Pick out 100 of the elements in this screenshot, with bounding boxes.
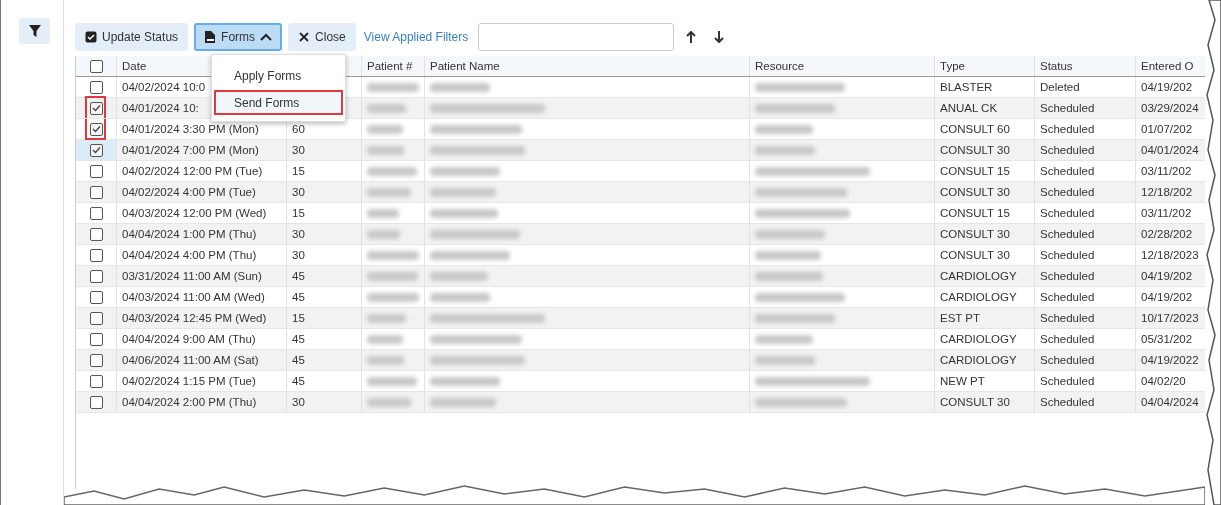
toolbar-button[interactable]: Close xyxy=(288,23,356,51)
table-cell: 03/29/2024 xyxy=(1141,102,1199,114)
table-cell: Scheduled xyxy=(1040,228,1095,240)
table-cell: 01/07/202 xyxy=(1141,123,1193,135)
search-field[interactable] xyxy=(478,23,675,51)
table-cell: CONSULT 30 xyxy=(940,249,1010,261)
table-cell: CARDIOLOGY xyxy=(940,333,1017,345)
column-header[interactable]: Entered O xyxy=(1141,60,1194,72)
checkbox[interactable] xyxy=(89,101,103,115)
table-cell: 04/02/2024 4:00 PM (Tue) xyxy=(122,186,256,198)
table-cell: 04/03/2024 12:00 PM (Wed) xyxy=(122,207,267,219)
checkbox[interactable] xyxy=(89,248,103,262)
checkbox[interactable] xyxy=(89,395,103,409)
table-cell: 45 xyxy=(292,333,305,345)
menu-item[interactable]: Apply Forms xyxy=(214,63,343,88)
table-cell: Scheduled xyxy=(1040,186,1095,198)
checkbox[interactable] xyxy=(89,143,103,157)
table-cell: EST PT xyxy=(940,312,981,324)
column-header[interactable]: Patient Name xyxy=(430,60,500,72)
table-cell: 12/18/2023 xyxy=(1141,249,1199,261)
table-cell: Scheduled xyxy=(1040,333,1095,345)
checkbox[interactable] xyxy=(89,227,103,241)
column-header[interactable]: Date xyxy=(122,60,147,72)
table-cell: 15 xyxy=(292,165,305,177)
table-cell: CARDIOLOGY xyxy=(940,354,1017,366)
table-cell: CONSULT 15 xyxy=(940,165,1010,177)
table-cell: 04/02/2024 1:15 PM (Tue) xyxy=(122,375,256,387)
checkbox[interactable] xyxy=(89,353,103,367)
table-cell: 04/01/2024 xyxy=(1141,144,1199,156)
checkbox[interactable] xyxy=(89,290,103,304)
column-header[interactable]: Resource xyxy=(755,60,805,72)
table-cell: Scheduled xyxy=(1040,375,1095,387)
table-cell: Scheduled xyxy=(1040,354,1095,366)
table-cell: 04/02/2024 10:0 xyxy=(122,81,206,93)
table-cell: CARDIOLOGY xyxy=(940,291,1017,303)
table-cell: 30 xyxy=(292,186,305,198)
filter-button[interactable] xyxy=(19,18,50,44)
checkbox[interactable] xyxy=(89,374,103,388)
table-cell: CARDIOLOGY xyxy=(940,270,1017,282)
document-icon xyxy=(204,31,217,43)
table-cell: CONSULT 60 xyxy=(940,123,1010,135)
arrow-up-icon xyxy=(686,31,697,43)
checkbox[interactable] xyxy=(89,80,103,94)
table-cell: 30 xyxy=(292,144,305,156)
table-cell: 04/19/2022 xyxy=(1141,354,1199,366)
view-filters-link[interactable]: View Applied Filters xyxy=(363,30,469,44)
checkbox[interactable] xyxy=(89,311,103,325)
table-cell: Scheduled xyxy=(1040,249,1095,261)
column-header[interactable]: Status xyxy=(1040,60,1073,72)
table-cell: 45 xyxy=(292,354,305,366)
table-cell: 04/03/2024 12:45 PM (Wed) xyxy=(122,312,267,324)
table-cell: 04/19/202 xyxy=(1141,81,1193,93)
table-cell: Scheduled xyxy=(1040,312,1095,324)
table-cell: 15 xyxy=(292,312,305,324)
table-cell: CONSULT 30 xyxy=(940,396,1010,408)
table-cell: 30 xyxy=(292,249,305,261)
table-cell: Scheduled xyxy=(1040,396,1095,408)
table-cell: 04/04/2024 xyxy=(1141,396,1199,408)
table-cell: 45 xyxy=(292,375,305,387)
menu-item[interactable]: Send Forms xyxy=(214,90,343,115)
checkbox[interactable] xyxy=(89,59,103,73)
table-cell: Scheduled xyxy=(1040,144,1095,156)
table-cell: 04/06/2024 11:00 AM (Sat) xyxy=(122,354,259,366)
table-cell: ANUAL CK xyxy=(940,102,998,114)
checkbox[interactable] xyxy=(89,332,103,346)
table-cell: 03/11/202 xyxy=(1141,165,1192,177)
table-cell: 04/01/2024 10: xyxy=(122,102,199,114)
checkbox[interactable] xyxy=(89,185,103,199)
toolbar-button[interactable]: Update Status xyxy=(75,23,189,51)
table-cell: 04/04/2024 9:00 AM (Thu) xyxy=(122,333,256,345)
table-cell: 30 xyxy=(292,396,305,408)
table-cell: 12/18/202 xyxy=(1141,186,1193,198)
close-icon xyxy=(298,31,311,43)
table-cell: 04/19/202 xyxy=(1141,270,1193,282)
checkbox[interactable] xyxy=(89,164,103,178)
checkbox-icon xyxy=(85,31,97,43)
table-cell: 15 xyxy=(292,207,305,219)
table-cell: Scheduled xyxy=(1040,165,1095,177)
table-cell: NEW PT xyxy=(940,375,985,387)
table-cell: 04/04/2024 1:00 PM (Thu) xyxy=(122,228,257,240)
table-cell: Scheduled xyxy=(1040,270,1095,282)
table-cell: Scheduled xyxy=(1040,123,1095,135)
arrow-down-icon xyxy=(714,31,725,43)
table-cell: CONSULT 30 xyxy=(940,228,1010,240)
table-cell: 04/04/2024 2:00 PM (Thu) xyxy=(122,396,257,408)
toolbar-button[interactable]: Forms xyxy=(194,23,283,51)
table-cell: 04/03/2024 11:00 AM (Wed) xyxy=(122,291,265,303)
table-cell: 03/11/202 xyxy=(1141,207,1192,219)
checkbox[interactable] xyxy=(89,206,103,220)
filter-icon xyxy=(28,25,41,37)
table-cell: 04/01/2024 7:00 PM (Mon) xyxy=(122,144,259,156)
table-cell: BLASTER xyxy=(940,81,993,93)
table-cell: 04/01/2024 3:30 PM (Mon) xyxy=(122,123,259,135)
table-cell: 45 xyxy=(292,291,305,303)
table-cell: Deleted xyxy=(1040,81,1080,93)
column-header[interactable]: Patient # xyxy=(367,60,413,72)
table-cell: 04/02/20 xyxy=(1141,375,1186,387)
column-header[interactable]: Type xyxy=(940,60,965,72)
checkbox[interactable] xyxy=(89,269,103,283)
table-cell: Scheduled xyxy=(1040,102,1095,114)
